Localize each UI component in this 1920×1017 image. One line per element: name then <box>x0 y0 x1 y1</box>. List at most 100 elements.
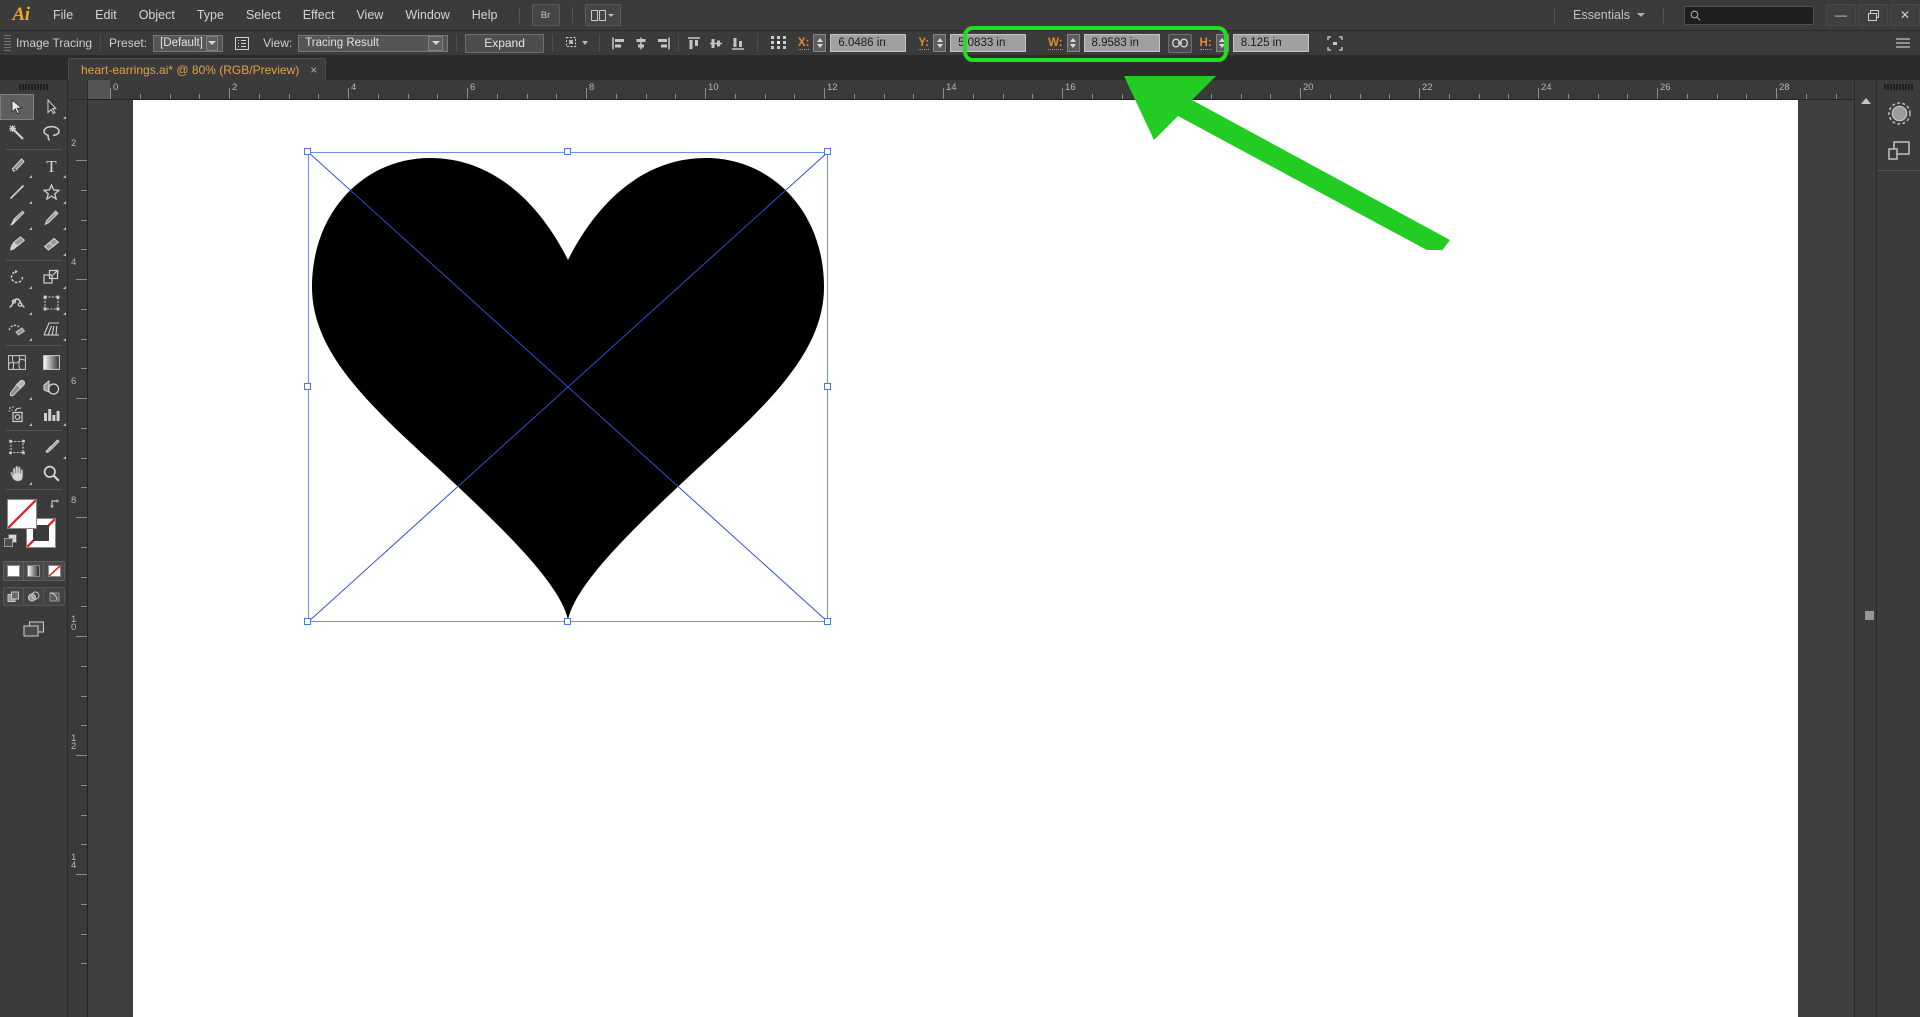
x-input[interactable]: 6.0486 in <box>830 34 907 52</box>
width-input[interactable]: 8.9583 in <box>1083 34 1160 52</box>
close-icon[interactable]: × <box>310 64 317 76</box>
selection-handle-top-left[interactable] <box>304 148 311 155</box>
menu-file[interactable]: File <box>42 0 84 30</box>
document-tab[interactable]: heart-earrings.ai* @ 80% (RGB/Preview) × <box>68 58 327 80</box>
menu-select[interactable]: Select <box>235 0 292 30</box>
vertical-ruler[interactable]: 2 4 6 8 10 12 14 <box>68 100 88 1017</box>
canvas-area[interactable] <box>88 100 1876 1017</box>
minimize-button[interactable]: — <box>1826 4 1856 26</box>
selection-handle-middle-left[interactable] <box>304 383 311 390</box>
align-right-button[interactable] <box>652 33 674 53</box>
draw-behind-button[interactable] <box>24 588 44 605</box>
selection-handle-bottom-left[interactable] <box>304 618 311 625</box>
scrollbar-nub[interactable] <box>1865 611 1874 620</box>
perspective-grid-tool[interactable] <box>34 316 68 342</box>
gradient-mode-button[interactable] <box>24 562 44 580</box>
align-middle-vertical-button[interactable] <box>705 33 727 53</box>
slice-tool[interactable] <box>34 434 68 460</box>
selection-handle-bottom-right[interactable] <box>824 618 831 625</box>
restore-button[interactable] <box>1858 4 1888 26</box>
align-bottom-button[interactable] <box>727 33 749 53</box>
close-button[interactable]: ✕ <box>1890 4 1920 26</box>
gradient-tool[interactable] <box>34 349 68 375</box>
x-stepper[interactable] <box>813 34 827 52</box>
tracing-panel-button[interactable] <box>231 33 253 53</box>
none-mode-button[interactable] <box>44 562 64 580</box>
magic-wand-tool[interactable] <box>0 120 34 146</box>
pencil-tool[interactable] <box>34 205 68 231</box>
line-segment-tool[interactable] <box>0 179 34 205</box>
tools-panel-grip[interactable] <box>0 80 67 94</box>
transform-panel-button[interactable] <box>1321 33 1349 53</box>
selected-artwork[interactable] <box>304 148 831 625</box>
menu-window[interactable]: Window <box>394 0 460 30</box>
width-tool[interactable] <box>0 290 34 316</box>
selection-handle-middle-right[interactable] <box>824 383 831 390</box>
blob-brush-tool[interactable] <box>0 231 34 257</box>
selection-handle-bottom-center[interactable] <box>564 618 571 625</box>
artboard[interactable] <box>133 100 1798 1017</box>
draw-normal-button[interactable] <box>4 588 24 605</box>
h-stepper[interactable] <box>1215 34 1229 52</box>
eraser-tool[interactable] <box>34 231 68 257</box>
symbol-sprayer-tool[interactable] <box>0 401 34 427</box>
horizontal-ruler[interactable]: 0 2 4 6 8 10 12 14 16 18 20 22 24 26 28 <box>88 80 1876 100</box>
search-input[interactable] <box>1684 5 1814 25</box>
y-stepper[interactable] <box>933 34 947 52</box>
layers-panel-button[interactable] <box>1877 132 1920 170</box>
artboard-tool[interactable] <box>0 434 34 460</box>
y-input[interactable]: 5.0833 in <box>950 34 1027 52</box>
ruler-corner[interactable] <box>68 80 88 100</box>
scale-tool[interactable] <box>34 264 68 290</box>
screen-mode-button[interactable] <box>0 616 68 642</box>
right-dock-grip[interactable] <box>1877 80 1920 94</box>
bridge-button[interactable]: Br <box>531 4 560 26</box>
selection-mode-button[interactable] <box>561 33 591 53</box>
zoom-tool[interactable] <box>34 460 68 486</box>
draw-inside-button[interactable] <box>44 588 64 605</box>
color-mode-button[interactable] <box>4 562 24 580</box>
selection-handle-top-right[interactable] <box>824 148 831 155</box>
preset-dropdown[interactable]: [Default] <box>153 34 224 52</box>
blend-tool[interactable] <box>34 375 68 401</box>
menu-type[interactable]: Type <box>186 0 235 30</box>
selection-handle-top-center[interactable] <box>564 148 571 155</box>
panel-menu-button[interactable] <box>1892 33 1914 53</box>
mesh-tool[interactable] <box>0 349 34 375</box>
eyedropper-tool[interactable] <box>0 375 34 401</box>
fill-swatch[interactable] <box>7 499 37 529</box>
hand-tool[interactable] <box>0 460 34 486</box>
pen-tool[interactable] <box>0 153 34 179</box>
align-left-button[interactable] <box>608 33 630 53</box>
color-panel-button[interactable] <box>1877 94 1920 132</box>
menu-help[interactable]: Help <box>461 0 509 30</box>
shape-tool[interactable] <box>34 179 68 205</box>
collapse-panel-arrow-icon[interactable] <box>1855 88 1877 114</box>
menu-effect[interactable]: Effect <box>292 0 346 30</box>
menu-edit[interactable]: Edit <box>84 0 128 30</box>
direct-selection-tool[interactable] <box>34 94 68 120</box>
link-dimensions-button[interactable] <box>1167 33 1192 53</box>
view-dropdown[interactable]: Tracing Result <box>298 34 449 52</box>
align-top-button[interactable] <box>683 33 705 53</box>
swap-fill-stroke-icon[interactable] <box>49 497 62 513</box>
menu-view[interactable]: View <box>345 0 394 30</box>
w-stepper[interactable] <box>1066 34 1080 52</box>
arrange-documents-button[interactable] <box>584 4 621 26</box>
free-transform-tool[interactable] <box>34 290 68 316</box>
default-fill-stroke-icon[interactable] <box>4 534 18 553</box>
selection-tool[interactable] <box>0 94 34 120</box>
align-center-horizontal-button[interactable] <box>630 33 652 53</box>
height-input[interactable]: 8.125 in <box>1232 34 1309 52</box>
column-graph-tool[interactable] <box>34 401 68 427</box>
menu-object[interactable]: Object <box>128 0 186 30</box>
type-tool[interactable]: T <box>34 153 68 179</box>
control-bar-grip[interactable] <box>4 34 11 52</box>
rotate-tool[interactable] <box>0 264 34 290</box>
paintbrush-tool[interactable] <box>0 205 34 231</box>
workspace-switcher[interactable]: Essentials <box>1565 4 1653 26</box>
lasso-tool[interactable] <box>34 120 68 146</box>
reference-point-selector[interactable] <box>766 33 792 53</box>
shape-builder-tool[interactable] <box>0 316 34 342</box>
expand-button[interactable]: Expand <box>465 33 544 53</box>
